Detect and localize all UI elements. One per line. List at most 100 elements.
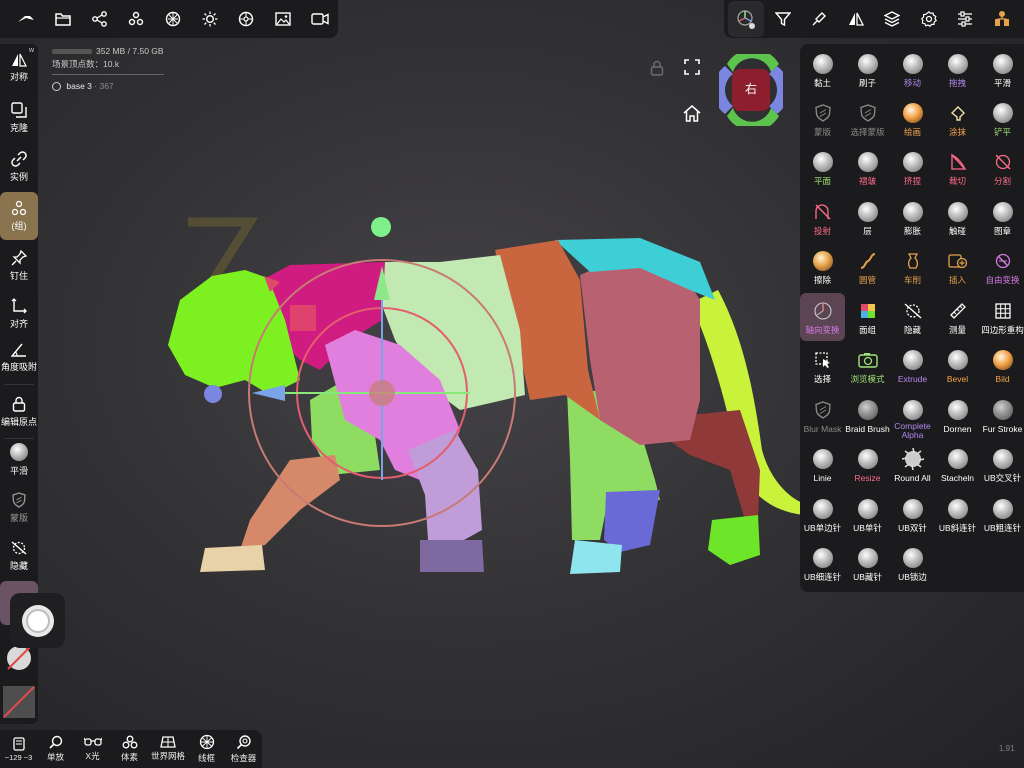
brush-item[interactable]: 插入 bbox=[935, 243, 980, 291]
sidebar-item-align[interactable]: 对齐 bbox=[0, 290, 38, 338]
sidebar-item-hide[interactable]: 隐藏 bbox=[0, 532, 38, 580]
brush-item[interactable]: UB双针 bbox=[890, 491, 935, 539]
bottom-item-zoom[interactable]: 单放 bbox=[37, 730, 74, 768]
brush-item[interactable]: 圆管 bbox=[845, 243, 890, 291]
brush-item[interactable]: 褶皱 bbox=[845, 144, 890, 192]
brush-item[interactable]: 投射 bbox=[800, 194, 845, 242]
brush-item[interactable]: 车削 bbox=[890, 243, 935, 291]
brush-item[interactable]: Bevel bbox=[935, 342, 980, 390]
brush-item[interactable]: 浏览模式 bbox=[845, 342, 890, 390]
brush-item[interactable]: 分割 bbox=[980, 144, 1024, 192]
fullscreen-icon[interactable] bbox=[681, 56, 703, 78]
bottom-item-inspector[interactable]: 检查器 bbox=[225, 730, 262, 768]
gizmo-center[interactable] bbox=[369, 380, 395, 406]
render-icon[interactable] bbox=[228, 0, 265, 38]
gizmo-settings-icon[interactable] bbox=[728, 1, 765, 37]
home-icon[interactable] bbox=[681, 102, 703, 124]
brush-item[interactable]: 四边形重构 bbox=[980, 293, 1024, 341]
brush-item[interactable]: 擦除 bbox=[800, 243, 845, 291]
brush-item[interactable]: Braid Brush bbox=[845, 392, 890, 440]
brush-item[interactable]: UB单边针 bbox=[800, 491, 845, 539]
sidebar-item-group[interactable]: (组) bbox=[0, 192, 38, 240]
brush-item[interactable]: 隐藏 bbox=[890, 293, 935, 341]
orange-icon bbox=[901, 101, 925, 125]
brush-item[interactable]: 涂抹 bbox=[935, 95, 980, 143]
brush-item[interactable]: Resize bbox=[845, 441, 890, 489]
view-cube[interactable]: 右 bbox=[713, 48, 789, 132]
image-icon[interactable] bbox=[265, 0, 302, 38]
sidebar-item-angle-snap[interactable]: 角度吸附 bbox=[0, 334, 38, 382]
sidebar-item-clone[interactable]: 克隆 bbox=[0, 94, 38, 142]
sidebar-item-mask[interactable]: 蒙版 bbox=[0, 484, 38, 532]
brush-item[interactable]: 绘画 bbox=[890, 95, 935, 143]
brush-item[interactable]: 测量 bbox=[935, 293, 980, 341]
bottom-item-voxel[interactable]: 体素 bbox=[111, 730, 148, 768]
sidebar-item-pin[interactable]: 钉住 bbox=[0, 242, 38, 290]
brush-item[interactable]: 轴向变换 bbox=[800, 293, 845, 341]
lock-view-icon[interactable] bbox=[647, 58, 667, 78]
brush-item[interactable]: 面组 bbox=[845, 293, 890, 341]
layers-icon[interactable] bbox=[874, 1, 910, 37]
brush-item[interactable]: UB交叉针 bbox=[980, 441, 1024, 489]
brush-item[interactable]: 平面 bbox=[800, 144, 845, 192]
share-icon[interactable] bbox=[81, 0, 118, 38]
brush-item[interactable]: 刷子 bbox=[845, 46, 890, 94]
brush-item[interactable]: 挤捏 bbox=[890, 144, 935, 192]
bottom-item-world-grid[interactable]: 世界网格 bbox=[148, 730, 188, 768]
brush-item[interactable]: 选择蒙版 bbox=[845, 95, 890, 143]
brush-item[interactable]: Extrude bbox=[890, 342, 935, 390]
brush-item[interactable]: Fur Stroke bbox=[980, 392, 1024, 440]
brush-item[interactable]: Round All bbox=[890, 441, 935, 489]
brush-item[interactable]: 铲平 bbox=[980, 95, 1024, 143]
folder-icon[interactable] bbox=[45, 0, 82, 38]
record-button[interactable] bbox=[10, 593, 65, 648]
filter-icon[interactable] bbox=[765, 1, 801, 37]
bottom-item-device[interactable]: ~129 ~3 bbox=[0, 730, 37, 768]
bottom-item-wireframe[interactable]: 线框 bbox=[188, 730, 225, 768]
symmetry-icon[interactable] bbox=[838, 1, 874, 37]
brush-item[interactable]: Linie bbox=[800, 441, 845, 489]
brush-item[interactable]: UB藏针 bbox=[845, 540, 890, 588]
bottom-item-xray[interactable]: X光 bbox=[74, 730, 111, 768]
brush-item[interactable]: UB细连针 bbox=[800, 540, 845, 588]
sidebar-item-instance[interactable]: 实例 bbox=[0, 143, 38, 191]
wand-icon[interactable] bbox=[8, 0, 45, 38]
brush-item[interactable]: 拖拽 bbox=[935, 46, 980, 94]
zoom-icon bbox=[48, 735, 63, 749]
sliders-icon[interactable] bbox=[947, 1, 983, 37]
light-icon[interactable] bbox=[191, 0, 228, 38]
brush-item[interactable]: 平滑 bbox=[980, 46, 1024, 94]
brush-item[interactable]: UB粗连针 bbox=[980, 491, 1024, 539]
sidebar-item-smooth[interactable]: 平滑 bbox=[0, 436, 38, 484]
settings-icon[interactable] bbox=[911, 1, 947, 37]
brush-item[interactable]: 选择 bbox=[800, 342, 845, 390]
brush-item[interactable]: Dornen bbox=[935, 392, 980, 440]
brush-item[interactable]: Bild bbox=[980, 342, 1024, 390]
brush-item[interactable]: 裁切 bbox=[935, 144, 980, 192]
sidebar-item-edit-origin[interactable]: 编辑原点 bbox=[0, 388, 38, 436]
brush-item[interactable]: 触碰 bbox=[935, 194, 980, 242]
scene-icon[interactable] bbox=[118, 0, 155, 38]
brush-item[interactable]: 膨胀 bbox=[890, 194, 935, 242]
object-label[interactable]: base 3 · 367 bbox=[52, 81, 164, 93]
brush-item[interactable]: UB单针 bbox=[845, 491, 890, 539]
gizmo-x-handle[interactable] bbox=[204, 385, 222, 403]
scene-tree-icon[interactable] bbox=[984, 1, 1020, 37]
video-icon[interactable] bbox=[301, 0, 338, 38]
brush-item[interactable]: 黏土 bbox=[800, 46, 845, 94]
brush-item[interactable]: 蒙版 bbox=[800, 95, 845, 143]
gizmo-y-handle[interactable] bbox=[371, 217, 391, 237]
brush-item[interactable]: 自由变换 bbox=[980, 243, 1024, 291]
brush-item[interactable]: 移动 bbox=[890, 46, 935, 94]
brush-item[interactable]: UB锁边 bbox=[890, 540, 935, 588]
material-icon[interactable] bbox=[155, 0, 192, 38]
stroke-icon[interactable] bbox=[801, 1, 837, 37]
sidebar-item-symmetry[interactable]: 对称 w bbox=[0, 44, 38, 92]
brush-item[interactable]: Blur Mask bbox=[800, 392, 845, 440]
brush-item[interactable]: Stacheln bbox=[935, 441, 980, 489]
brush-item[interactable]: Complete Alpha bbox=[890, 392, 935, 440]
brush-item[interactable]: 图章 bbox=[980, 194, 1024, 242]
brush-item[interactable]: UB斜连针 bbox=[935, 491, 980, 539]
sidebar-item-material-none[interactable] bbox=[0, 680, 38, 724]
brush-item[interactable]: 层 bbox=[845, 194, 890, 242]
